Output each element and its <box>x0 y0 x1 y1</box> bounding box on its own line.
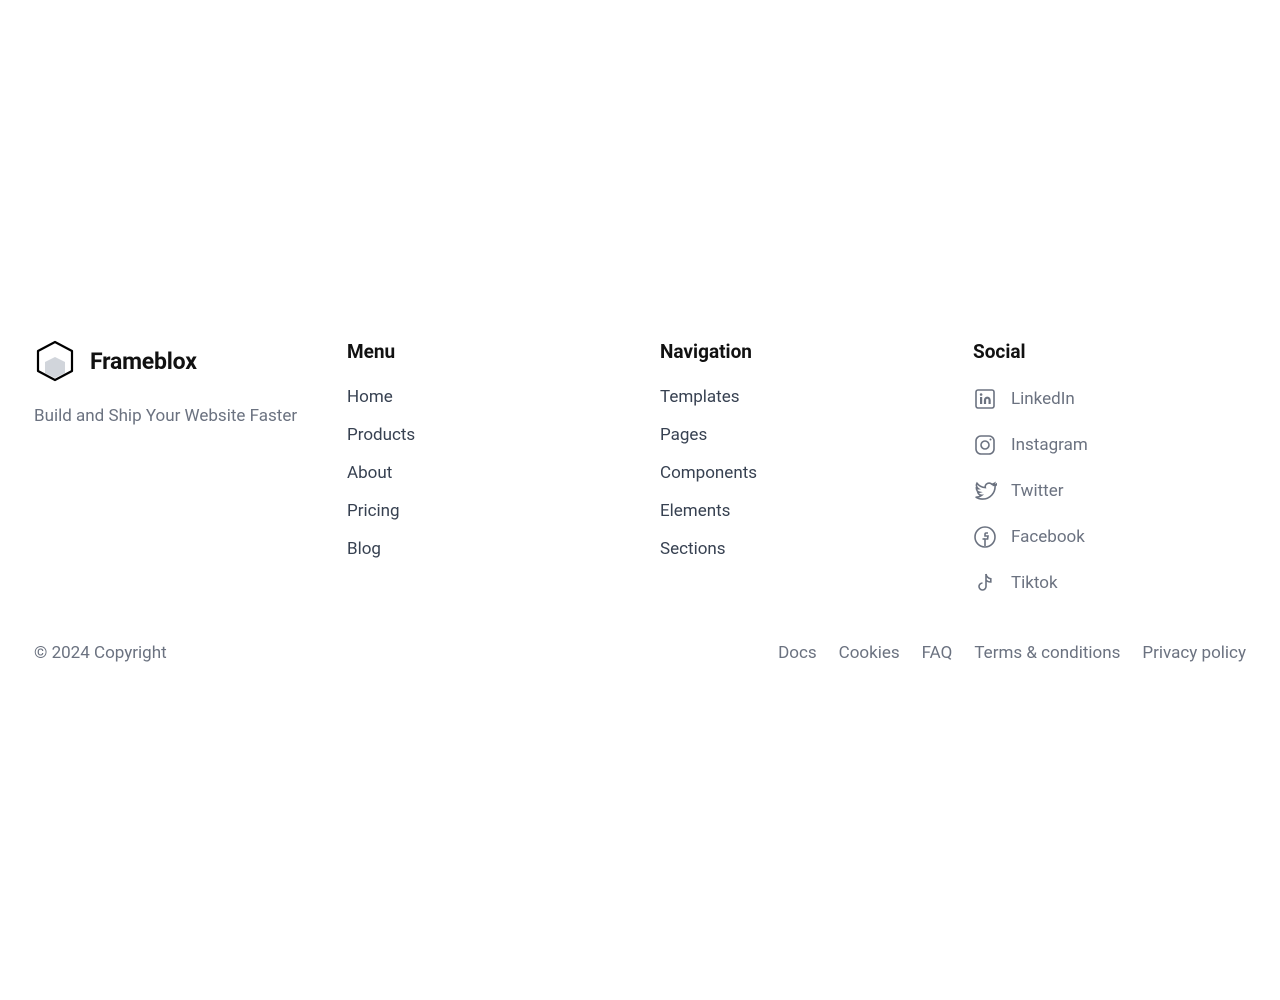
footer-bottom-links: Docs Cookies FAQ Terms & conditions Priv… <box>778 643 1246 663</box>
nav-item-sections[interactable]: Sections <box>660 539 933 559</box>
social-column: Social LinkedIn <box>973 340 1246 595</box>
social-item-twitter[interactable]: Twitter <box>973 479 1246 503</box>
footer-bottom: © 2024 Copyright Docs Cookies FAQ Terms … <box>34 643 1246 663</box>
navigation-heading: Navigation <box>660 340 933 363</box>
menu-item-products[interactable]: Products <box>347 425 620 445</box>
menu-link-list: Home Products About Pricing Blog <box>347 387 620 559</box>
bottom-link-terms[interactable]: Terms & conditions <box>974 643 1120 663</box>
social-item-tiktok[interactable]: Tiktok <box>973 571 1246 595</box>
menu-heading: Menu <box>347 340 620 363</box>
twitter-icon <box>973 479 997 503</box>
linkedin-icon <box>973 387 997 411</box>
social-heading: Social <box>973 340 1246 363</box>
brand-logo-row[interactable]: Frameblox <box>34 340 307 382</box>
bottom-link-cookies[interactable]: Cookies <box>839 643 900 663</box>
menu-column: Menu Home Products About Pricing Blog <box>347 340 620 595</box>
menu-item-pricing[interactable]: Pricing <box>347 501 620 521</box>
bottom-link-privacy[interactable]: Privacy policy <box>1142 643 1246 663</box>
brand-name: Frameblox <box>90 348 197 375</box>
tiktok-icon <box>973 571 997 595</box>
social-item-facebook[interactable]: Facebook <box>973 525 1246 549</box>
navigation-column: Navigation Templates Pages Components El… <box>660 340 933 595</box>
nav-item-pages[interactable]: Pages <box>660 425 933 445</box>
facebook-icon <box>973 525 997 549</box>
brand-tagline: Build and Ship Your Website Faster <box>34 406 307 426</box>
menu-item-home[interactable]: Home <box>347 387 620 407</box>
bottom-link-faq[interactable]: FAQ <box>922 643 953 663</box>
copyright-text: © 2024 Copyright <box>34 643 167 663</box>
menu-item-blog[interactable]: Blog <box>347 539 620 559</box>
social-item-label: Twitter <box>1011 481 1063 501</box>
menu-item-about[interactable]: About <box>347 463 620 483</box>
nav-item-templates[interactable]: Templates <box>660 387 933 407</box>
brand-column: Frameblox Build and Ship Your Website Fa… <box>34 340 307 595</box>
navigation-link-list: Templates Pages Components Elements Sect… <box>660 387 933 559</box>
social-link-list: LinkedIn Instagram <box>973 387 1246 595</box>
instagram-icon <box>973 433 997 457</box>
footer-columns: Frameblox Build and Ship Your Website Fa… <box>34 340 1246 595</box>
bottom-link-docs[interactable]: Docs <box>778 643 817 663</box>
nav-item-elements[interactable]: Elements <box>660 501 933 521</box>
social-item-instagram[interactable]: Instagram <box>973 433 1246 457</box>
footer: Frameblox Build and Ship Your Website Fa… <box>0 340 1280 663</box>
social-item-label: Facebook <box>1011 527 1085 547</box>
social-item-label: LinkedIn <box>1011 389 1075 409</box>
brand-logo-icon <box>34 340 76 382</box>
social-item-linkedin[interactable]: LinkedIn <box>973 387 1246 411</box>
social-item-label: Tiktok <box>1011 573 1058 593</box>
social-item-label: Instagram <box>1011 435 1088 455</box>
nav-item-components[interactable]: Components <box>660 463 933 483</box>
